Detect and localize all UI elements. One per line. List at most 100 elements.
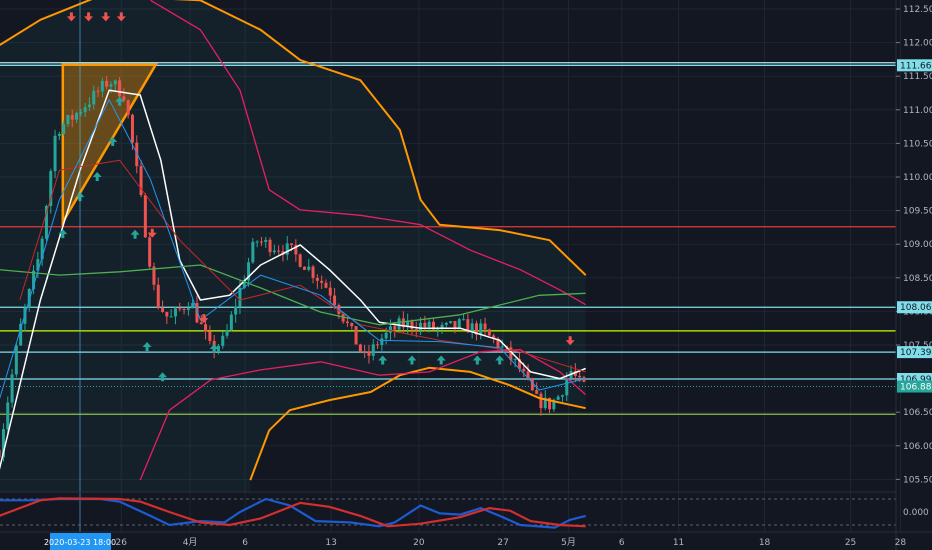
candle — [148, 232, 152, 269]
time-tick-label: 25 — [845, 538, 856, 548]
candle-body — [384, 332, 388, 339]
candle-body — [290, 243, 294, 246]
candle-body — [380, 338, 384, 345]
candle — [53, 129, 57, 179]
candle-body — [530, 378, 534, 391]
oscillator-zero-label: 0.000 — [903, 508, 929, 518]
candle-body — [427, 321, 431, 327]
candle-body — [169, 316, 173, 318]
candle-body — [462, 319, 466, 321]
candle-body — [87, 104, 91, 108]
candle-body — [255, 241, 259, 243]
candle-body — [156, 284, 160, 308]
level-price-label: 111.662 — [900, 61, 932, 71]
candle-body — [173, 308, 177, 317]
candle-body — [57, 133, 61, 136]
level-price-label: 107.394 — [900, 348, 932, 358]
price-tick-label: 111.500 — [903, 72, 932, 82]
candle-body — [307, 266, 311, 270]
candle-body — [62, 124, 66, 134]
candle-body — [277, 250, 281, 252]
candle-body — [578, 375, 582, 378]
candle-body — [449, 321, 453, 323]
candle-body — [100, 80, 104, 92]
candle-body — [178, 308, 182, 310]
candle-body — [345, 321, 349, 324]
price-tick-label: 106.500 — [903, 408, 932, 418]
candle — [143, 192, 147, 238]
candle-body — [298, 254, 302, 267]
time-tick-label: 18 — [759, 538, 771, 548]
candle-body — [535, 390, 539, 394]
candle — [487, 328, 491, 336]
candle-body — [320, 280, 324, 283]
candle-body — [522, 368, 526, 372]
last-price-label: 106.882 — [900, 383, 932, 393]
candle-body — [109, 84, 113, 87]
time-tick-label: 28 — [895, 538, 907, 548]
candle-body — [161, 307, 165, 312]
candle-body — [444, 322, 448, 325]
candle-body — [367, 351, 371, 356]
candle-body — [315, 277, 319, 281]
candle-body — [513, 359, 517, 361]
candle-body — [397, 318, 401, 330]
price-tick-label: 112.000 — [903, 39, 932, 49]
candle-body — [10, 374, 14, 403]
candle-body — [328, 287, 332, 296]
candle-body — [376, 344, 380, 346]
candle-body — [96, 90, 100, 92]
price-tick-label: 112.500 — [903, 5, 932, 15]
candle-body — [311, 266, 315, 278]
candle-body — [234, 306, 238, 315]
time-tick-label: 6 — [619, 538, 625, 548]
candle-body — [500, 346, 504, 348]
candle-body — [70, 115, 74, 120]
candle-body — [560, 395, 564, 397]
candle — [354, 326, 358, 345]
candle-body — [105, 80, 109, 87]
candle-body — [130, 114, 134, 143]
price-tick-label: 106.000 — [903, 442, 932, 452]
candle-body — [229, 314, 233, 331]
candle — [10, 368, 14, 408]
candle-body — [556, 396, 560, 400]
candle-body — [423, 322, 427, 327]
candle-body — [302, 266, 306, 270]
price-tick-label: 105.500 — [903, 475, 932, 485]
candle-body — [186, 308, 190, 310]
crosshair-time-label: 2020-03-23 18:00 — [44, 538, 116, 547]
candle-body — [539, 393, 543, 409]
candle-body — [225, 330, 229, 336]
time-tick-label: 4月 — [183, 537, 198, 548]
candle-body — [565, 378, 569, 396]
candle-body — [143, 194, 147, 238]
candle-body — [148, 237, 152, 267]
candle-body — [419, 322, 423, 331]
time-tick-label: 13 — [325, 538, 336, 548]
candle-body — [83, 107, 87, 113]
price-tick-label: 108.500 — [903, 274, 932, 284]
candle-body — [272, 250, 276, 253]
time-tick-label: 6 — [242, 538, 248, 548]
candle-body — [208, 331, 212, 341]
candle-body — [118, 80, 122, 97]
candle-body — [165, 311, 169, 317]
candle-body — [6, 402, 10, 430]
candle-body — [75, 112, 79, 120]
candle-body — [191, 303, 195, 309]
price-tick-label: 111.000 — [903, 106, 932, 116]
price-tick-label: 109.500 — [903, 207, 932, 217]
candle-body — [0, 449, 1, 458]
time-tick-label: 26 — [116, 538, 128, 548]
candle-body — [92, 90, 96, 105]
price-chart[interactable]: 112.500112.000111.500111.000110.500110.0… — [0, 0, 932, 550]
candle-body — [324, 282, 328, 288]
time-tick-label: 5月 — [561, 537, 576, 548]
candle-body — [479, 323, 483, 335]
candle-body — [393, 326, 397, 330]
time-tick-label: 27 — [497, 538, 508, 548]
candle-body — [388, 326, 392, 333]
candle — [298, 253, 302, 268]
candle-body — [251, 241, 255, 263]
